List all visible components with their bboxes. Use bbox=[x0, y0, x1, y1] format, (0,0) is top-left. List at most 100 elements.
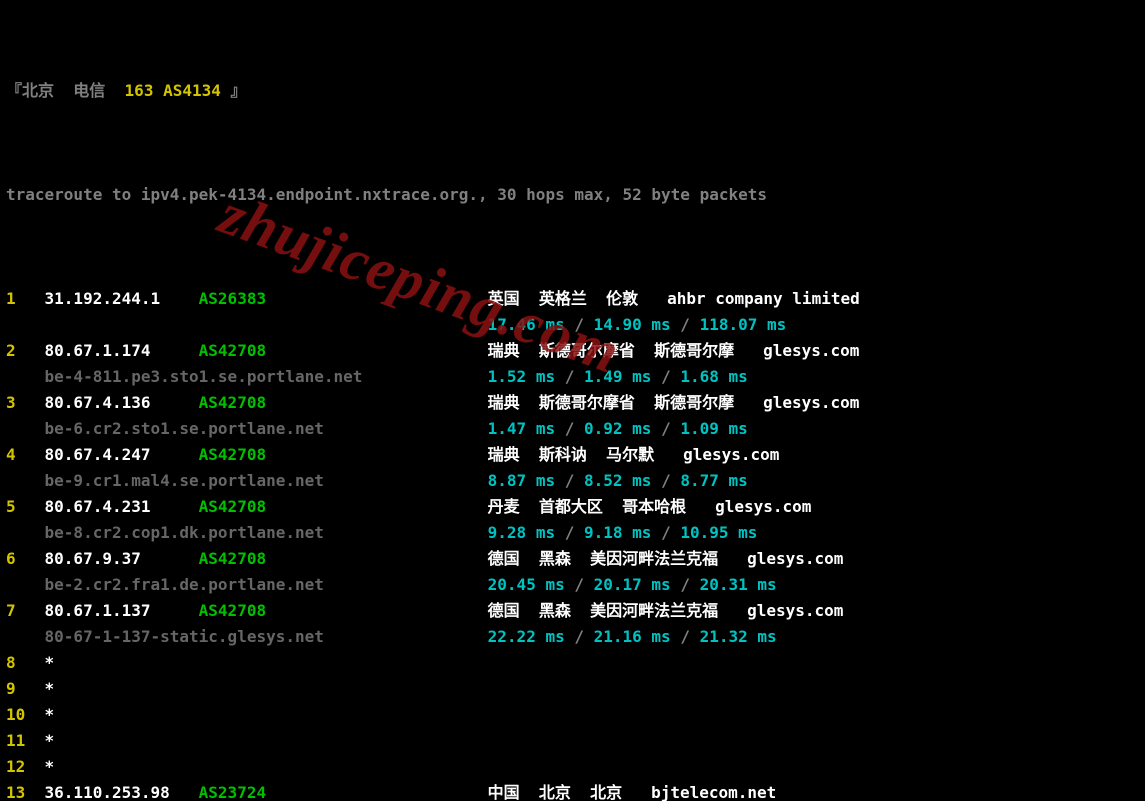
hop-row: 9 * bbox=[6, 676, 1139, 702]
hop-location: 丹麦 首都大区 哥本哈根 glesys.com bbox=[488, 497, 812, 516]
hop-latency: 22.22 ms bbox=[488, 627, 565, 646]
hop-row: 2 80.67.1.174 AS42708 瑞典 斯德哥尔摩省 斯德哥尔摩 gl… bbox=[6, 338, 1139, 364]
hop-detail-row: 80-67-1-137-static.glesys.net 22.22 ms /… bbox=[6, 624, 1139, 650]
hop-latency: 20.17 ms bbox=[594, 575, 671, 594]
spacer bbox=[295, 445, 488, 464]
spacer bbox=[295, 497, 488, 516]
spacer bbox=[6, 419, 45, 438]
hop-ip: * bbox=[45, 679, 199, 698]
hop-location: 德国 黑森 美因河畔法兰克福 glesys.com bbox=[488, 601, 844, 620]
hop-number: 6 bbox=[6, 549, 45, 568]
hop-latency: 21.32 ms bbox=[700, 627, 777, 646]
spacer bbox=[324, 627, 488, 646]
hop-asn: AS23724 bbox=[199, 783, 295, 801]
spacer bbox=[6, 575, 45, 594]
spacer bbox=[6, 367, 45, 386]
traceroute-command-line: traceroute to ipv4.pek-4134.endpoint.nxt… bbox=[6, 182, 1139, 208]
latency-sep: / bbox=[565, 575, 594, 594]
hop-detail-row: 17.46 ms / 14.90 ms / 118.07 ms bbox=[6, 312, 1139, 338]
hop-ip: 80.67.1.137 bbox=[45, 601, 199, 620]
latency-sep: / bbox=[671, 575, 700, 594]
hop-latency: 1.47 ms bbox=[488, 419, 555, 438]
hop-hostname: be-4-811.pe3.sto1.se.portlane.net bbox=[45, 367, 363, 386]
hop-asn: AS42708 bbox=[199, 601, 295, 620]
hop-asn: AS42708 bbox=[199, 445, 295, 464]
hop-number: 12 bbox=[6, 757, 45, 776]
hop-ip: * bbox=[45, 705, 199, 724]
hop-ip: * bbox=[45, 653, 199, 672]
spacer bbox=[6, 471, 45, 490]
hop-ip: 80.67.4.136 bbox=[45, 393, 199, 412]
header-line-1: 『北京 电信 163 AS4134 』 bbox=[6, 78, 1139, 104]
header-suffix: 』 bbox=[221, 81, 247, 100]
hop-latency: 1.68 ms bbox=[680, 367, 747, 386]
header-prefix: 『北京 电信 bbox=[6, 81, 125, 100]
terminal-output: 『北京 电信 163 AS4134 』 traceroute to ipv4.p… bbox=[0, 0, 1145, 801]
latency-sep: / bbox=[555, 523, 584, 542]
hop-number: 9 bbox=[6, 679, 45, 698]
hop-ip: * bbox=[45, 757, 199, 776]
hop-hostname: be-6.cr2.sto1.se.portlane.net bbox=[45, 419, 324, 438]
latency-sep: / bbox=[671, 315, 700, 334]
hop-latency: 9.18 ms bbox=[584, 523, 651, 542]
hop-latency: 14.90 ms bbox=[594, 315, 671, 334]
hop-latency: 118.07 ms bbox=[700, 315, 787, 334]
hop-latency: 20.45 ms bbox=[488, 575, 565, 594]
hop-detail-row: be-2.cr2.fra1.de.portlane.net 20.45 ms /… bbox=[6, 572, 1139, 598]
hop-latency: 9.28 ms bbox=[488, 523, 555, 542]
spacer bbox=[295, 783, 488, 801]
spacer bbox=[295, 289, 488, 308]
hop-number: 13 bbox=[6, 783, 45, 801]
hop-ip: * bbox=[45, 731, 199, 750]
hop-location: 瑞典 斯德哥尔摩省 斯德哥尔摩 glesys.com bbox=[488, 393, 860, 412]
hop-ip: 80.67.4.231 bbox=[45, 497, 199, 516]
hop-row: 1 31.192.244.1 AS26383 英国 英格兰 伦敦 ahbr co… bbox=[6, 286, 1139, 312]
hop-ip: 31.192.244.1 bbox=[45, 289, 199, 308]
latency-sep: / bbox=[651, 367, 680, 386]
header-route-id: 163 AS4134 bbox=[125, 81, 221, 100]
hop-latency: 8.77 ms bbox=[680, 471, 747, 490]
hop-hostname: be-9.cr1.mal4.se.portlane.net bbox=[45, 471, 324, 490]
spacer bbox=[324, 575, 488, 594]
hop-hostname: 80-67-1-137-static.glesys.net bbox=[45, 627, 324, 646]
latency-sep: / bbox=[565, 315, 594, 334]
hop-asn: AS42708 bbox=[199, 341, 295, 360]
hop-ip: 80.67.9.37 bbox=[45, 549, 199, 568]
spacer bbox=[45, 315, 488, 334]
hop-row: 3 80.67.4.136 AS42708 瑞典 斯德哥尔摩省 斯德哥尔摩 gl… bbox=[6, 390, 1139, 416]
hop-number: 1 bbox=[6, 289, 45, 308]
hop-latency: 1.52 ms bbox=[488, 367, 555, 386]
latency-sep: / bbox=[555, 367, 584, 386]
latency-sep: / bbox=[651, 471, 680, 490]
latency-sep: / bbox=[555, 471, 584, 490]
hop-number: 7 bbox=[6, 601, 45, 620]
hop-row: 12 * bbox=[6, 754, 1139, 780]
hop-asn: AS42708 bbox=[199, 549, 295, 568]
hop-latency: 8.87 ms bbox=[488, 471, 555, 490]
hop-location: 瑞典 斯科讷 马尔默 glesys.com bbox=[488, 445, 780, 464]
latency-sep: / bbox=[671, 627, 700, 646]
spacer bbox=[295, 601, 488, 620]
hop-location: 瑞典 斯德哥尔摩省 斯德哥尔摩 glesys.com bbox=[488, 341, 860, 360]
hop-location: 英国 英格兰 伦敦 ahbr company limited bbox=[488, 289, 860, 308]
hop-row: 11 * bbox=[6, 728, 1139, 754]
spacer bbox=[295, 341, 488, 360]
latency-sep: / bbox=[555, 419, 584, 438]
hop-number: 4 bbox=[6, 445, 45, 464]
hop-number: 8 bbox=[6, 653, 45, 672]
hop-latency: 8.52 ms bbox=[584, 471, 651, 490]
hop-location: 德国 黑森 美因河畔法兰克福 glesys.com bbox=[488, 549, 844, 568]
hop-number: 2 bbox=[6, 341, 45, 360]
hop-list: 1 31.192.244.1 AS26383 英国 英格兰 伦敦 ahbr co… bbox=[6, 286, 1139, 801]
hop-latency: 0.92 ms bbox=[584, 419, 651, 438]
hop-asn: AS42708 bbox=[199, 497, 295, 516]
latency-sep: / bbox=[651, 419, 680, 438]
hop-row: 10 * bbox=[6, 702, 1139, 728]
hop-hostname: be-2.cr2.fra1.de.portlane.net bbox=[45, 575, 324, 594]
hop-hostname: be-8.cr2.cop1.dk.portlane.net bbox=[45, 523, 324, 542]
hop-row: 13 36.110.253.98 AS23724 中国 北京 北京 bjtele… bbox=[6, 780, 1139, 801]
hop-number: 10 bbox=[6, 705, 45, 724]
hop-asn: AS42708 bbox=[199, 393, 295, 412]
hop-ip: 80.67.1.174 bbox=[45, 341, 199, 360]
hop-row: 7 80.67.1.137 AS42708 德国 黑森 美因河畔法兰克福 gle… bbox=[6, 598, 1139, 624]
